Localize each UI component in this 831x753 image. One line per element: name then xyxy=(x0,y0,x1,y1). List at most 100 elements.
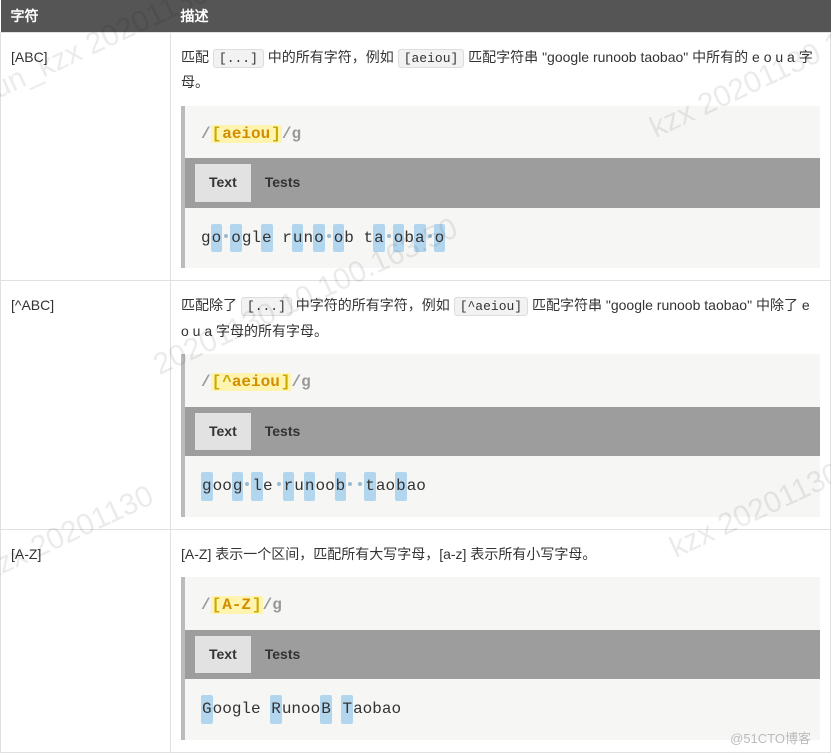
match-highlight: b xyxy=(335,472,347,501)
desc-text: [A-Z] 表示一个区间，匹配所有大写字母，[a-z] 表示所有小写字母。 xyxy=(181,542,820,567)
inline-code: [...] xyxy=(213,49,264,68)
match-highlight: a xyxy=(373,224,385,253)
regex-box: /[aeiou]/gTextTestsgoogle runoob taobao xyxy=(181,106,820,269)
match-highlight: g xyxy=(232,472,244,501)
char-cell: [^ABC] xyxy=(1,281,171,529)
plain-text: oo xyxy=(213,477,232,495)
desc-cell: 匹配除了 [...] 中字符的所有字符，例如 [^aeiou] 匹配字符串 "g… xyxy=(171,281,831,529)
plain-text xyxy=(354,229,364,247)
char-cell: [ABC] xyxy=(1,33,171,281)
regex-slash: / xyxy=(201,125,211,143)
char-cell: [A-Z] xyxy=(1,529,171,752)
match-separator-dot xyxy=(327,234,331,238)
credit-text: @51CTO博客 xyxy=(730,728,811,747)
match-highlight: o xyxy=(333,224,345,253)
match-highlight: e xyxy=(261,224,273,253)
desc-text: 匹配 [...] 中的所有字符，例如 [aeiou] 匹配字符串 "google… xyxy=(181,45,820,96)
tabs: TextTests xyxy=(185,407,820,456)
regex-slash: / xyxy=(282,125,292,143)
regex-slash: / xyxy=(291,373,301,391)
regex-result: google runoob taobao xyxy=(185,456,820,517)
regex-result: google runoob taobao xyxy=(185,208,820,269)
plain-text: ao xyxy=(376,477,395,495)
regex-body: aeiou xyxy=(232,373,280,391)
plain-text: oo xyxy=(315,477,334,495)
match-separator-dot xyxy=(277,482,281,486)
match-highlight: b xyxy=(395,472,407,501)
match-separator-dot xyxy=(358,482,362,486)
plain-text: oogle xyxy=(213,700,271,718)
regex-flags: g xyxy=(301,373,311,391)
plain-text: b xyxy=(404,229,414,247)
inline-code: [^aeiou] xyxy=(454,297,528,316)
regex-source: /[A-Z]/g xyxy=(185,577,820,630)
plain-text: e xyxy=(263,477,273,495)
match-highlight: R xyxy=(270,695,282,724)
regex-source: /[^aeiou]/g xyxy=(185,354,820,407)
match-highlight: g xyxy=(201,472,213,501)
regex-caret: ^ xyxy=(222,373,232,391)
match-highlight: o xyxy=(230,224,242,253)
match-highlight: o xyxy=(313,224,325,253)
regex-table: 字符 描述 [ABC]匹配 [...] 中的所有字符，例如 [aeiou] 匹配… xyxy=(0,0,831,753)
plain-text: u xyxy=(294,477,304,495)
match-highlight: u xyxy=(292,224,304,253)
plain-text: n xyxy=(303,229,313,247)
desc-text: 匹配除了 [...] 中字符的所有字符，例如 [^aeiou] 匹配字符串 "g… xyxy=(181,293,820,344)
tabs: TextTests xyxy=(185,630,820,679)
regex-slash: / xyxy=(201,373,211,391)
regex-body: A-Z xyxy=(222,596,251,614)
plain-text: b xyxy=(344,229,354,247)
header-char: 字符 xyxy=(1,0,171,33)
tabs: TextTests xyxy=(185,158,820,207)
regex-source: /[aeiou]/g xyxy=(185,106,820,159)
match-highlight: t xyxy=(364,472,376,501)
tab-text[interactable]: Text xyxy=(195,413,251,450)
match-highlight: n xyxy=(304,472,316,501)
match-highlight: o xyxy=(393,224,405,253)
regex-bracket: ] xyxy=(280,373,292,391)
tab-tests[interactable]: Tests xyxy=(251,413,315,450)
regex-box: /[^aeiou]/gTextTestsgoogle runoob taobao xyxy=(181,354,820,517)
plain-text: ao xyxy=(407,477,426,495)
plain-text: g xyxy=(201,229,211,247)
header-desc: 描述 xyxy=(171,0,831,33)
match-highlight: l xyxy=(251,472,263,501)
regex-bracket: ] xyxy=(251,596,263,614)
regex-result: Google RunooB Taobao xyxy=(185,679,820,740)
plain-text: r xyxy=(282,229,292,247)
regex-bracket: [ xyxy=(211,125,223,143)
plain-text: gl xyxy=(242,229,261,247)
regex-body: aeiou xyxy=(222,125,270,143)
match-highlight: o xyxy=(434,224,446,253)
regex-slash: / xyxy=(263,596,273,614)
plain-text: unoo xyxy=(282,700,320,718)
regex-bracket: ] xyxy=(270,125,282,143)
match-highlight: o xyxy=(211,224,223,253)
match-highlight: a xyxy=(414,224,426,253)
tab-text[interactable]: Text xyxy=(195,164,251,201)
match-separator-dot xyxy=(387,234,391,238)
match-highlight: B xyxy=(320,695,332,724)
match-separator-dot xyxy=(348,482,352,486)
match-highlight: G xyxy=(201,695,213,724)
inline-code: [aeiou] xyxy=(398,49,465,68)
regex-bracket: [ xyxy=(211,373,223,391)
tab-text[interactable]: Text xyxy=(195,636,251,673)
tab-tests[interactable]: Tests xyxy=(251,164,315,201)
regex-bracket: [ xyxy=(211,596,223,614)
match-separator-dot xyxy=(428,234,432,238)
regex-flags: g xyxy=(291,125,301,143)
regex-box: /[A-Z]/gTextTestsGoogle RunooB Taobao xyxy=(181,577,820,740)
inline-code: [...] xyxy=(241,297,292,316)
plain-text xyxy=(273,229,283,247)
match-highlight: T xyxy=(341,695,353,724)
regex-slash: / xyxy=(201,596,211,614)
regex-flags: g xyxy=(272,596,282,614)
desc-cell: 匹配 [...] 中的所有字符，例如 [aeiou] 匹配字符串 "google… xyxy=(171,33,831,281)
match-separator-dot xyxy=(224,234,228,238)
plain-text: aobao xyxy=(353,700,401,718)
tab-tests[interactable]: Tests xyxy=(251,636,315,673)
match-separator-dot xyxy=(245,482,249,486)
desc-cell: [A-Z] 表示一个区间，匹配所有大写字母，[a-z] 表示所有小写字母。/[A… xyxy=(171,529,831,752)
